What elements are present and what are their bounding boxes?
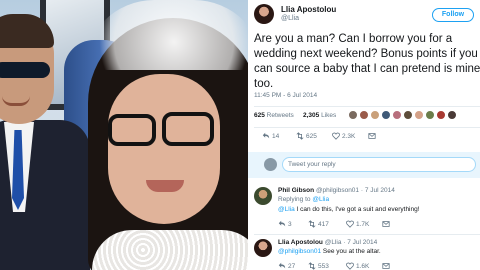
direct-message-button[interactable]: [368, 132, 376, 142]
woman-face: [108, 74, 220, 224]
reply-tweet[interactable]: Llia Apostolou @Llia · 7 Jul 2014 @philg…: [248, 236, 480, 270]
replying-to-link[interactable]: @Llia: [312, 196, 329, 203]
replying-to-line: Replying to @Llia: [278, 196, 329, 203]
retweet-count: 553: [318, 262, 329, 270]
reply-button[interactable]: 14: [262, 132, 279, 142]
woman-smile: [146, 180, 184, 192]
retweet-action-count: 625: [306, 132, 317, 140]
message-icon: [382, 220, 390, 228]
woman-glasses-left-lens: [108, 114, 156, 146]
heart-icon: [346, 262, 354, 270]
reply-date[interactable]: 7 Jul 2014: [365, 187, 395, 194]
reply-composer: Tweet your reply: [248, 152, 480, 178]
reply-date[interactable]: 7 Jul 2014: [347, 239, 377, 246]
man-sunglasses: [0, 62, 50, 78]
reply-author-line: Phil Gibson @philgibson01 · 7 Jul 2014: [278, 187, 395, 194]
reply-author-avatar[interactable]: [254, 187, 272, 205]
tweet-actions: 14 625 2.3K: [254, 132, 480, 142]
retweet-count: 625: [254, 112, 265, 119]
author-handle[interactable]: @Llia: [281, 15, 299, 22]
tweet-text: Are you a man? Can I borrow you for a we…: [254, 33, 480, 90]
liker-avatar[interactable]: [425, 110, 435, 120]
message-icon: [368, 132, 376, 140]
liker-avatar[interactable]: [381, 110, 391, 120]
reply-text-line: @philgibson01 See you at the altar.: [278, 248, 381, 255]
like-button[interactable]: 1.7K: [346, 220, 369, 230]
liker-avatar[interactable]: [436, 110, 446, 120]
replying-to-label: Replying to: [278, 196, 311, 203]
likes-label: Likes: [321, 112, 337, 119]
reply-tweet[interactable]: Phil Gibson @philgibson01 · 7 Jul 2014 R…: [248, 184, 480, 234]
likes-count: 2,305: [303, 112, 320, 119]
author-avatar[interactable]: [254, 4, 274, 24]
retweet-count: 417: [318, 220, 329, 228]
tweet-stats: 625 Retweets 2,305 Likes: [254, 110, 480, 124]
reply-icon: [278, 262, 286, 270]
current-user-avatar: [264, 158, 277, 171]
reply-author-handle[interactable]: @Llia: [325, 239, 342, 246]
reply-button[interactable]: 3: [278, 220, 292, 230]
divider: [254, 106, 480, 107]
liker-avatar[interactable]: [359, 110, 369, 120]
reply-author-name[interactable]: Llia Apostolou: [278, 239, 323, 246]
tweet-panel: Llia Apostolou @Llia Follow Are you a ma…: [248, 0, 480, 270]
reply-author-line: Llia Apostolou @Llia · 7 Jul 2014: [278, 239, 377, 246]
reply-count: 14: [272, 132, 280, 140]
retweet-stat[interactable]: 625 Retweets: [254, 112, 294, 119]
reply-mention[interactable]: @Llia: [278, 206, 295, 213]
direct-message-button[interactable]: [382, 262, 390, 270]
woman-glasses-right-lens: [162, 112, 214, 146]
retweet-icon: [308, 262, 316, 270]
retweet-icon: [296, 132, 304, 140]
message-icon: [382, 262, 390, 270]
retweet-button[interactable]: 417: [308, 220, 329, 230]
like-count: 1.6K: [356, 262, 370, 270]
liker-avatar[interactable]: [392, 110, 402, 120]
like-button[interactable]: 1.6K: [346, 262, 369, 270]
reply-author-name[interactable]: Phil Gibson: [278, 187, 314, 194]
tweet-timestamp[interactable]: 11:45 PM - 6 Jul 2014: [254, 92, 317, 99]
tweet-header: Llia Apostolou @Llia Follow: [254, 4, 480, 26]
retweet-button[interactable]: 625: [296, 132, 317, 142]
reply-count: 27: [288, 262, 296, 270]
reply-mention[interactable]: @philgibson01: [278, 248, 321, 255]
dot-separator: ·: [343, 239, 346, 246]
reply-author-handle[interactable]: @philgibson01: [316, 187, 359, 194]
likes-stat[interactable]: 2,305 Likes: [303, 112, 336, 119]
like-button[interactable]: 2.3K: [332, 132, 355, 142]
liker-avatar[interactable]: [403, 110, 413, 120]
direct-message-button[interactable]: [382, 220, 390, 230]
liker-avatar[interactable]: [414, 110, 424, 120]
wedding-photo: [0, 0, 248, 270]
retweet-label: Retweets: [266, 112, 294, 119]
divider: [254, 127, 480, 128]
liker-avatar[interactable]: [370, 110, 380, 120]
reply-text-line: @Llia I can do this, I've got a suit and…: [278, 206, 420, 213]
reply-icon: [262, 132, 270, 140]
follow-button[interactable]: Follow: [432, 8, 474, 22]
author-name[interactable]: Llia Apostolou: [281, 5, 336, 14]
reply-text: See you at the altar.: [322, 248, 381, 255]
heart-icon: [346, 220, 354, 228]
liker-avatar[interactable]: [447, 110, 457, 120]
reply-button[interactable]: 27: [278, 262, 295, 270]
reply-actions: 3 417 1.7K: [278, 220, 468, 230]
divider: [254, 234, 480, 235]
retweet-icon: [308, 220, 316, 228]
lace-dress: [92, 230, 248, 270]
reply-input[interactable]: Tweet your reply: [282, 157, 476, 172]
reply-count: 3: [288, 220, 292, 228]
liker-avatar[interactable]: [348, 110, 358, 120]
dot-separator: ·: [360, 187, 364, 194]
reply-author-avatar[interactable]: [254, 239, 272, 257]
like-count: 1.7K: [356, 220, 370, 228]
reply-actions: 27 553 1.6K: [278, 262, 468, 270]
retweet-button[interactable]: 553: [308, 262, 329, 270]
reply-text: I can do this, I've got a suit and every…: [296, 206, 420, 213]
like-action-count: 2.3K: [342, 132, 356, 140]
heart-icon: [332, 132, 340, 140]
reply-icon: [278, 220, 286, 228]
